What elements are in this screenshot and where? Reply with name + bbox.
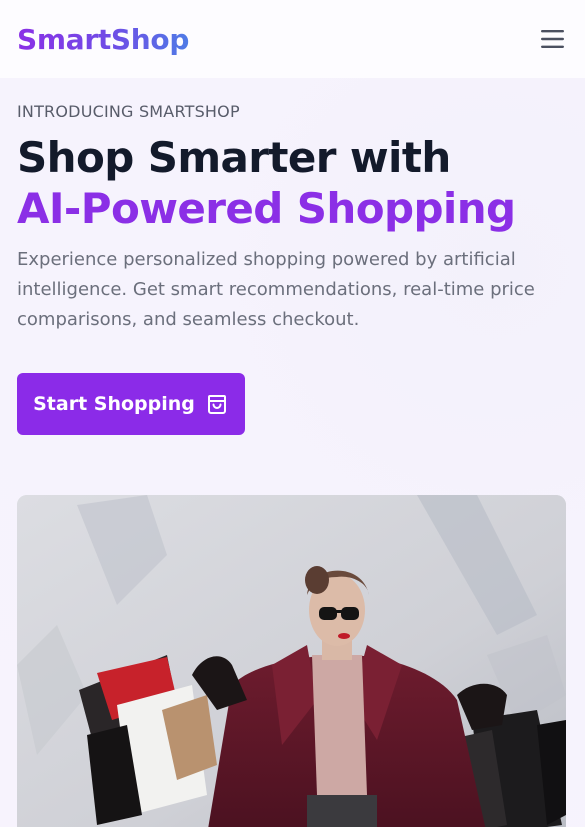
hero-eyebrow: INTRODUCING SMARTSHOP	[17, 102, 240, 121]
start-shopping-label: Start Shopping	[33, 393, 195, 415]
hero-image-woman-with-shopping-bags	[17, 495, 566, 827]
menu-button[interactable]	[538, 24, 568, 54]
shopping-bag-icon	[207, 395, 226, 414]
start-shopping-button[interactable]: Start Shopping	[17, 373, 245, 435]
hamburger-menu-icon	[541, 30, 564, 48]
hero-description: Experience personalized shopping powered…	[17, 249, 535, 330]
top-navigation-bar: SmartShop	[0, 0, 585, 78]
headline-line-1: Shop Smarter with	[17, 133, 451, 182]
hero-headline: Shop Smarter with AI-Powered Shopping	[17, 132, 577, 234]
brand-logo[interactable]: SmartShop	[17, 23, 189, 56]
hero-illustration	[17, 495, 566, 827]
headline-line-2-accent: AI-Powered Shopping	[17, 184, 516, 233]
